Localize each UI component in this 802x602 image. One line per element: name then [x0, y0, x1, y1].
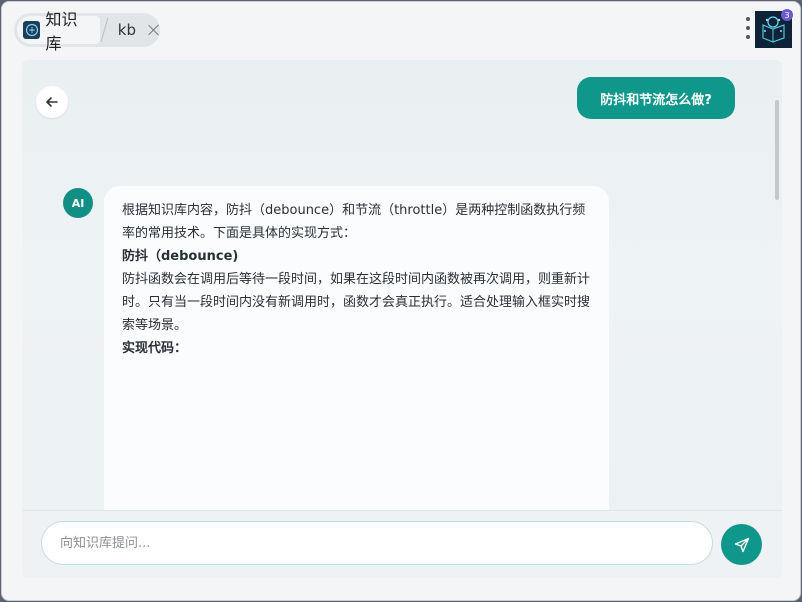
vertical-ellipsis-icon[interactable] — [744, 17, 752, 43]
tab-kb-label: kb — [117, 21, 136, 39]
brain-book-icon — [23, 21, 41, 39]
user-message-bubble: 防抖和节流怎么做? — [577, 77, 735, 119]
ai-debounce-description: 防抖函数会在调用后等待一段时间，如果在这段时间内函数被再次调用，则重新计时。只有… — [122, 272, 591, 333]
ai-message-intro: 根据知识库内容，防抖（debounce）和节流（throttle）是两种控制函数… — [122, 203, 586, 241]
chat-panel: 防抖和节流怎么做? AI 根据知识库内容，防抖（debounce）和节流（thr… — [22, 60, 782, 578]
send-icon — [734, 537, 749, 552]
tab-strip: 知识库 kb — [14, 10, 160, 53]
arrow-left-icon — [46, 97, 58, 107]
app-window: 知识库 kb 3 防抖和节流怎么做? AI 根据知识库内容，防抖（debounc… — [1, 1, 801, 601]
composer — [22, 510, 782, 578]
tab-knowledge-base-label: 知识库 — [45, 10, 78, 53]
tab-knowledge-base[interactable]: 知识库 — [17, 10, 101, 53]
ai-avatar: AI — [63, 188, 93, 218]
tab-separator — [100, 16, 112, 44]
ai-heading-code: 实现代码： — [122, 341, 188, 356]
profile-button[interactable]: 3 — [755, 9, 793, 48]
user-message-text: 防抖和节流怎么做? — [600, 92, 712, 108]
chat-input[interactable] — [41, 521, 713, 565]
ai-heading-debounce: 防抖（debounce) — [122, 249, 239, 264]
top-bar: 知识库 kb 3 — [2, 2, 800, 60]
notification-badge: 3 — [781, 9, 793, 21]
back-button[interactable] — [36, 86, 68, 118]
send-button[interactable] — [721, 524, 762, 565]
close-icon[interactable] — [148, 24, 160, 36]
ai-avatar-label: AI — [71, 196, 85, 210]
scrollbar-thumb[interactable] — [775, 100, 779, 200]
tab-kb[interactable]: kb — [112, 21, 160, 39]
